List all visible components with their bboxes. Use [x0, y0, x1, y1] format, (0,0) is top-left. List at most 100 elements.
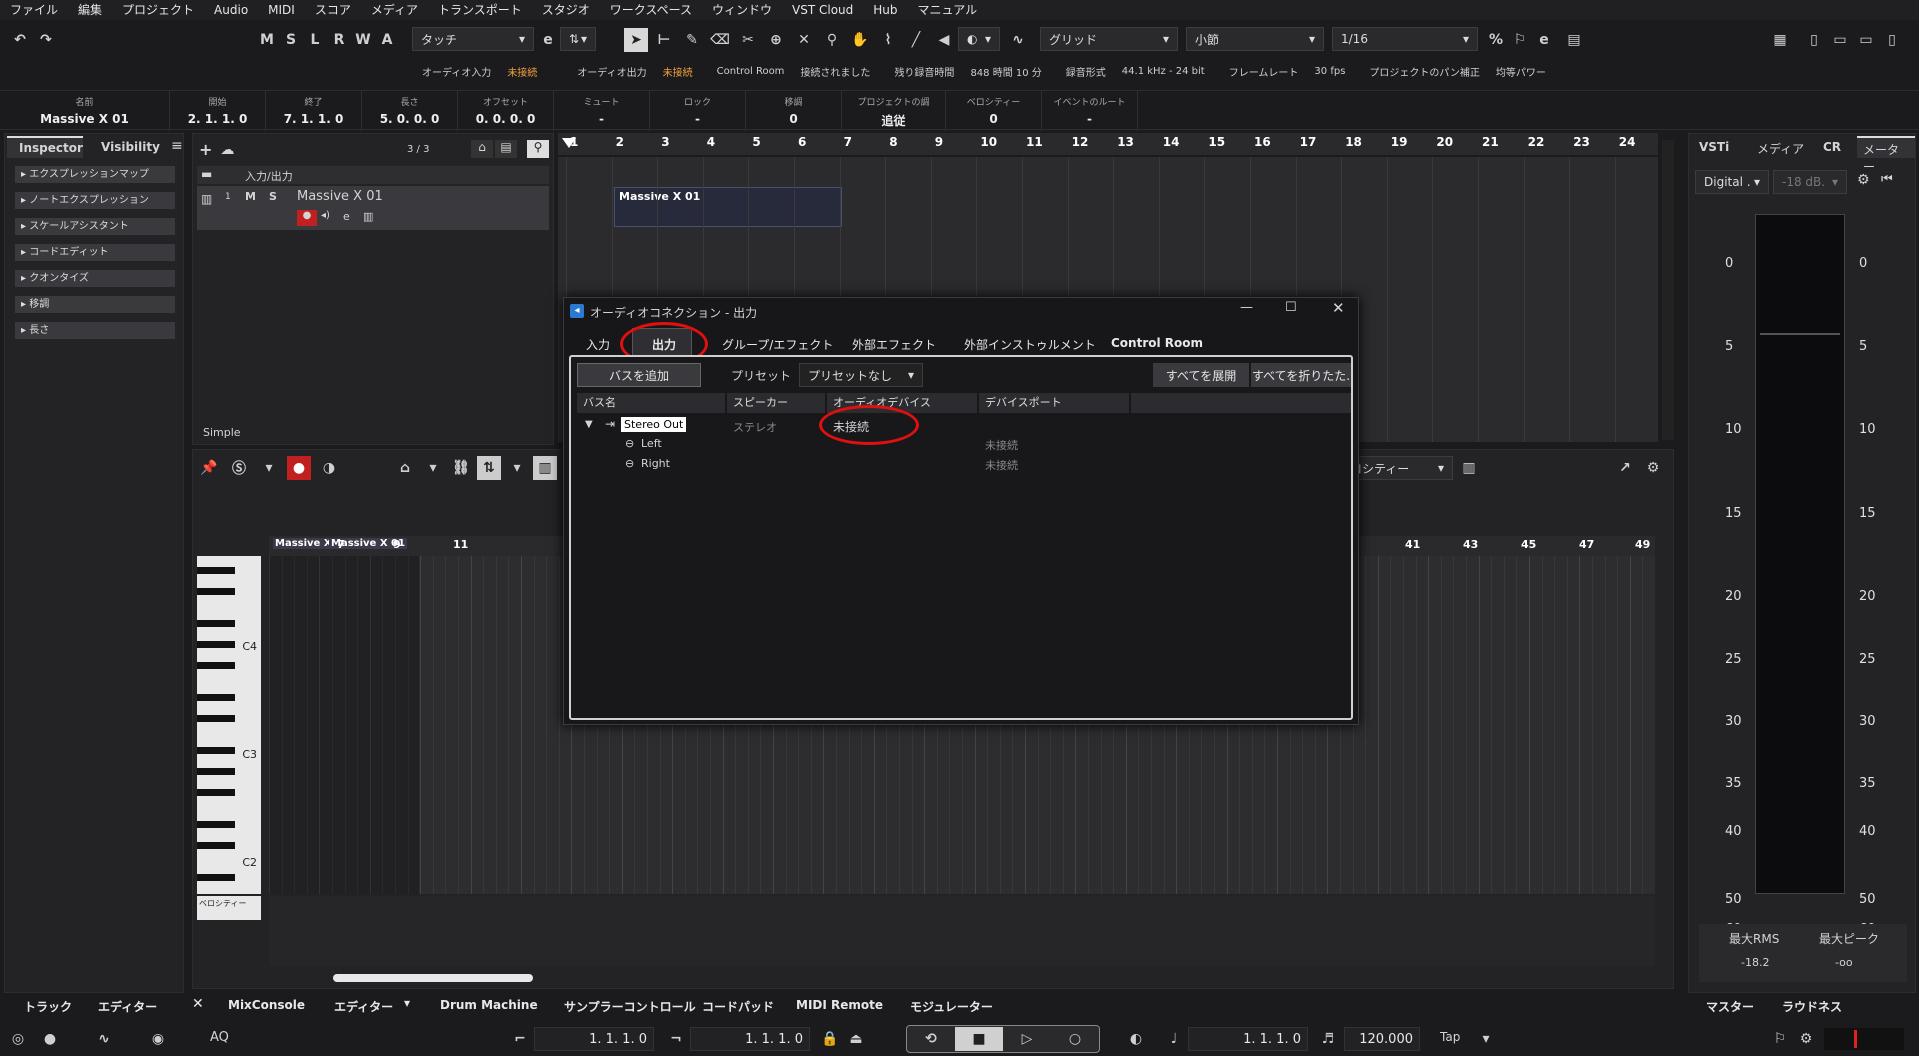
tab-control-room[interactable]: Control Room — [1111, 336, 1203, 350]
black-key[interactable] — [197, 662, 235, 669]
window-layout-icon[interactable]: ▦ — [1768, 28, 1792, 52]
right-locator-field[interactable]: 1. 1. 1. 0 — [690, 1027, 810, 1051]
hand-tool-icon[interactable]: ✋ — [848, 28, 872, 52]
metronome-icon[interactable]: ◐ — [1124, 1027, 1148, 1051]
monitor-icon[interactable]: ◂) — [321, 210, 330, 221]
piano-keyboard[interactable]: C4 C3 C2 — [197, 556, 261, 894]
drag-mode-select[interactable]: ⇅ ▾ — [560, 27, 596, 51]
black-key[interactable] — [197, 768, 235, 775]
state-button-s[interactable]: S — [280, 28, 302, 52]
right-zone-icon[interactable]: ▯ — [1880, 28, 1904, 52]
meter-db-select[interactable]: -18 dB. ▾ — [1773, 170, 1847, 194]
mute-tool-icon[interactable]: ✕ — [792, 28, 816, 52]
info-cell-10[interactable]: イベントのルート - — [1042, 91, 1138, 131]
meter-type-select[interactable]: Digital . ▾ — [1695, 170, 1769, 194]
link-icon[interactable]: ⛓ — [449, 456, 473, 480]
inspector-section-0[interactable]: ▸ エクスプレッションマップ — [15, 166, 175, 183]
black-key[interactable] — [197, 821, 235, 828]
record-mode-icon[interactable]: ● — [38, 1027, 62, 1051]
instrument-track[interactable]: ▥ 1 M S Massive X 01 ● ◂) e ▥ — [197, 186, 549, 230]
record-enable-icon[interactable]: ● — [297, 210, 317, 226]
project-ruler[interactable]: 1 2 3 4 5 6 7 8 9 10 11 12 13 14 15 16 17 18 19 20 21 22 23 24 — [558, 133, 1658, 155]
info-cell-4[interactable]: オフセット 0. 0. 0. 0 — [458, 91, 554, 131]
collapse-all-button[interactable]: すべてを折りたた. — [1251, 363, 1351, 387]
quantize-edit-icon[interactable]: e — [1532, 28, 1556, 52]
automation-mode-select[interactable]: タッチ ▾ — [412, 27, 534, 51]
tab-tracks[interactable]: トラック — [24, 998, 72, 1015]
menu-item-8[interactable]: スタジオ — [532, 0, 600, 20]
range-tool-icon[interactable]: ⊢ — [652, 28, 676, 52]
menu-item-12[interactable]: Hub — [863, 0, 907, 20]
track-name[interactable]: Massive X 01 — [297, 189, 383, 204]
menu-item-7[interactable]: トランスポート — [428, 0, 532, 20]
tab-media[interactable]: メディア — [1757, 140, 1804, 157]
info-cell-0[interactable]: 名前 Massive X 01 — [0, 91, 170, 131]
constrain-delay-icon[interactable]: ◎ — [6, 1027, 30, 1051]
timeline-icon[interactable]: ♩ — [1162, 1027, 1186, 1051]
stop-icon[interactable]: ■ — [955, 1027, 1003, 1051]
aq-button[interactable]: AQ — [210, 1030, 229, 1045]
auto-scroll-icon[interactable]: ∿ — [1006, 28, 1030, 52]
iterative-quantize-icon[interactable]: ⚐ — [1508, 28, 1532, 52]
tab-loudness[interactable]: ラウドネス — [1782, 998, 1842, 1015]
add-folder-icon[interactable]: ☁ — [220, 142, 234, 158]
quantize-preset-icon[interactable]: % — [1484, 28, 1508, 52]
left-locator-icon[interactable]: ⌐ — [508, 1027, 532, 1051]
cycle-icon[interactable]: ⟲ — [907, 1027, 955, 1051]
left-locator-field[interactable]: 1. 1. 1. 0 — [534, 1027, 654, 1051]
left-zone-icon[interactable]: ▯ — [1802, 28, 1826, 52]
info-cell-3[interactable]: 長さ 5. 0. 0. 0 — [362, 91, 458, 131]
col-bus-name[interactable]: バス名 — [577, 393, 725, 413]
black-key[interactable] — [197, 693, 235, 701]
inspector-section-5[interactable]: ▸ 移調 — [15, 296, 175, 313]
punch-in-icon[interactable]: ⏏ — [844, 1027, 868, 1051]
menu-item-2[interactable]: プロジェクト — [112, 0, 204, 20]
state-button-a[interactable]: A — [376, 28, 398, 52]
midi-event[interactable]: Massive X 01 — [614, 187, 842, 227]
info-cell-5[interactable]: ミュート - — [554, 91, 650, 131]
menu-item-11[interactable]: VST Cloud — [782, 0, 863, 20]
piano-layout-icon[interactable]: ▥ — [1457, 456, 1481, 480]
black-key[interactable] — [197, 587, 235, 595]
black-key[interactable] — [197, 789, 235, 797]
tab-chord-pads[interactable]: コードパッド — [702, 998, 774, 1015]
black-key[interactable] — [197, 874, 235, 881]
top-zone-icon[interactable]: ▭ — [1828, 28, 1852, 52]
expand-triangle-icon[interactable]: ▼ — [585, 419, 593, 430]
black-key[interactable] — [197, 566, 235, 574]
dropdown-icon[interactable]: ▾ — [257, 456, 281, 480]
solo-button[interactable]: S — [269, 190, 277, 203]
mute-button[interactable]: M — [245, 190, 256, 203]
color-select[interactable]: ◐ ▾ — [958, 27, 1000, 51]
editor-hscroll[interactable] — [333, 974, 533, 982]
tab-vsti[interactable]: VSTi — [1699, 140, 1729, 154]
black-key[interactable] — [197, 619, 235, 627]
expand-all-button[interactable]: すべてを展開 — [1153, 363, 1249, 387]
black-key[interactable] — [197, 715, 235, 722]
glue-tool-icon[interactable]: ⊕ — [764, 28, 788, 52]
zoom-tool-icon[interactable]: ⚲ — [820, 28, 844, 52]
channel-left-port[interactable]: 未接続 — [985, 437, 1018, 453]
info-cell-8[interactable]: プロジェクトの調 追従 — [842, 91, 946, 131]
eraser-tool-icon[interactable]: ⌫ — [708, 28, 732, 52]
snap-type-select[interactable]: グリッド ▾ — [1040, 27, 1178, 51]
tap-dropdown-icon[interactable]: ▾ — [1474, 1027, 1498, 1051]
inspector-section-3[interactable]: ▸ コードエディット — [15, 244, 175, 261]
lock-icon[interactable]: 🔒 — [818, 1027, 842, 1051]
snap-icon[interactable]: ⇅ — [477, 456, 501, 480]
folder-track[interactable]: ▬ 入力/出力 — [197, 166, 549, 184]
menu-item-0[interactable]: ファイル — [0, 0, 68, 20]
velocity-lane[interactable] — [269, 896, 1655, 966]
lower-zone-icon[interactable]: ▭ — [1854, 28, 1878, 52]
visibility-icon[interactable]: ⌂ — [393, 456, 417, 480]
info-cell-7[interactable]: 移調 0 — [746, 91, 842, 131]
info-cell-2[interactable]: 終了 7. 1. 1. 0 — [266, 91, 362, 131]
tab-cr[interactable]: CR — [1823, 140, 1841, 154]
dropdown3-icon[interactable]: ▾ — [505, 456, 529, 480]
tab-meter[interactable]: メーター — [1857, 136, 1915, 174]
menu-item-10[interactable]: ウィンドウ — [702, 0, 782, 20]
tab-group-fx[interactable]: グループ/エフェクト — [722, 336, 833, 353]
pointer-tool-icon[interactable]: ➤ — [624, 28, 648, 52]
tap-button[interactable]: Tap — [1440, 1030, 1460, 1044]
click-icon[interactable]: ⚐ — [1768, 1027, 1792, 1051]
